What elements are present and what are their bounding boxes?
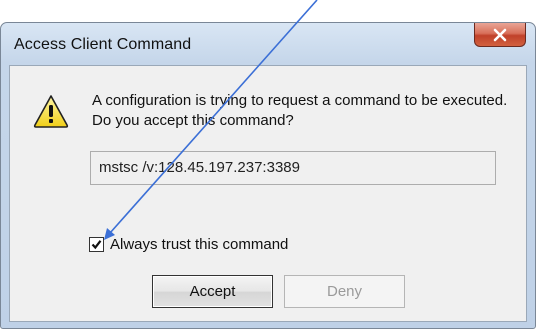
always-trust-label[interactable]: Always trust this command (110, 236, 288, 253)
always-trust-checkbox[interactable] (89, 237, 104, 252)
deny-button[interactable]: Deny (284, 275, 405, 308)
accept-button[interactable]: Accept (152, 275, 273, 308)
command-field: mstsc /v:128.45.197.237:3389 (90, 151, 496, 185)
warning-icon (33, 95, 69, 128)
dialog-message: A configuration is trying to request a c… (92, 92, 508, 129)
checkmark-icon (91, 240, 102, 250)
title-bar[interactable]: Access Client Command (1, 23, 535, 65)
dialog-title: Access Client Command (14, 36, 192, 53)
dialog-content: A configuration is trying to request a c… (9, 65, 527, 322)
dialog-window: Access Client Command A configuration is… (0, 22, 536, 329)
close-icon (493, 28, 507, 41)
close-button[interactable] (474, 23, 526, 47)
